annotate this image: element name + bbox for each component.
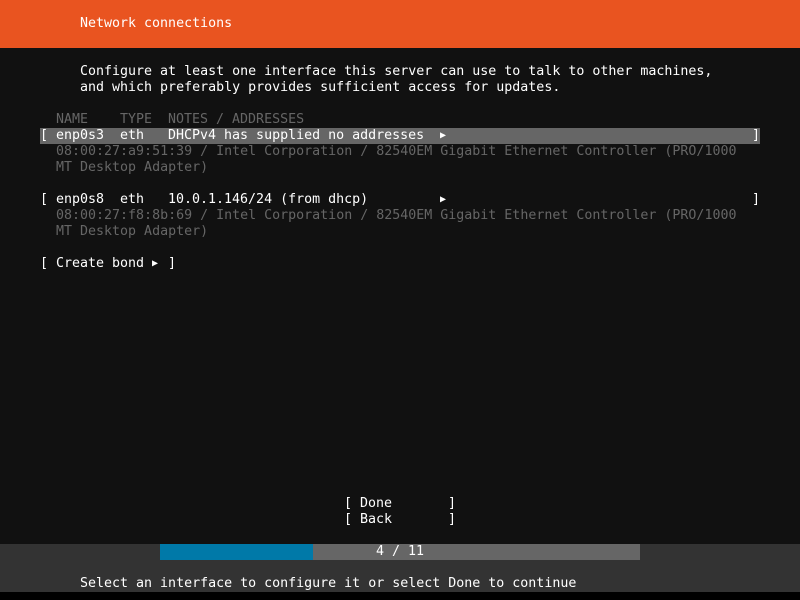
open-bracket: [: [40, 192, 49, 207]
page-title: Network connections: [80, 16, 233, 31]
column-header-name: NAME: [56, 112, 89, 127]
done-label: Done: [360, 496, 393, 511]
close-bracket: ]: [448, 512, 457, 527]
progress-text: 4 / 11: [375, 544, 425, 559]
column-header-type: TYPE: [120, 112, 153, 127]
interface-name: enp0s8: [56, 192, 105, 207]
open-bracket: [: [344, 512, 353, 527]
interface-detail: 08:00:27:f8:8b:69 / Intel Corporation / …: [56, 208, 737, 223]
close-bracket: ]: [752, 128, 761, 143]
close-bracket: ]: [752, 192, 761, 207]
open-bracket: [: [40, 128, 49, 143]
progress-bar: 4 / 11: [160, 544, 640, 560]
arrow-right-icon[interactable]: ▶: [440, 128, 446, 144]
header-bar: Network connections: [0, 0, 800, 48]
interface-detail-cont: MT Desktop Adapter): [56, 160, 209, 175]
close-bracket: ]: [168, 256, 177, 271]
create-bond-label: Create bond: [56, 256, 145, 271]
open-bracket: [: [344, 496, 353, 511]
open-bracket: [: [40, 256, 49, 271]
interface-type: eth: [120, 128, 145, 143]
intro-text-line1: Configure at least one interface this se…: [80, 64, 713, 79]
interface-name: enp0s3: [56, 128, 105, 143]
arrow-right-icon: ▶: [152, 258, 159, 269]
interface-detail: 08:00:27:a9:51:39 / Intel Corporation / …: [56, 144, 737, 159]
intro-text-line2: and which preferably provides sufficient…: [80, 80, 561, 95]
interface-notes: 10.0.1.146/24 (from dhcp): [168, 192, 369, 207]
column-header-notes: NOTES / ADDRESSES: [168, 112, 305, 127]
interface-notes: DHCPv4 has supplied no addresses: [168, 128, 425, 143]
arrow-right-icon[interactable]: ▶: [440, 192, 446, 208]
status-text: Select an interface to configure it or s…: [80, 576, 577, 591]
back-label: Back: [360, 512, 393, 527]
interface-type: eth: [120, 192, 145, 207]
interface-detail-cont: MT Desktop Adapter): [56, 224, 209, 239]
close-bracket: ]: [448, 496, 457, 511]
bottom-strip: [0, 592, 800, 600]
